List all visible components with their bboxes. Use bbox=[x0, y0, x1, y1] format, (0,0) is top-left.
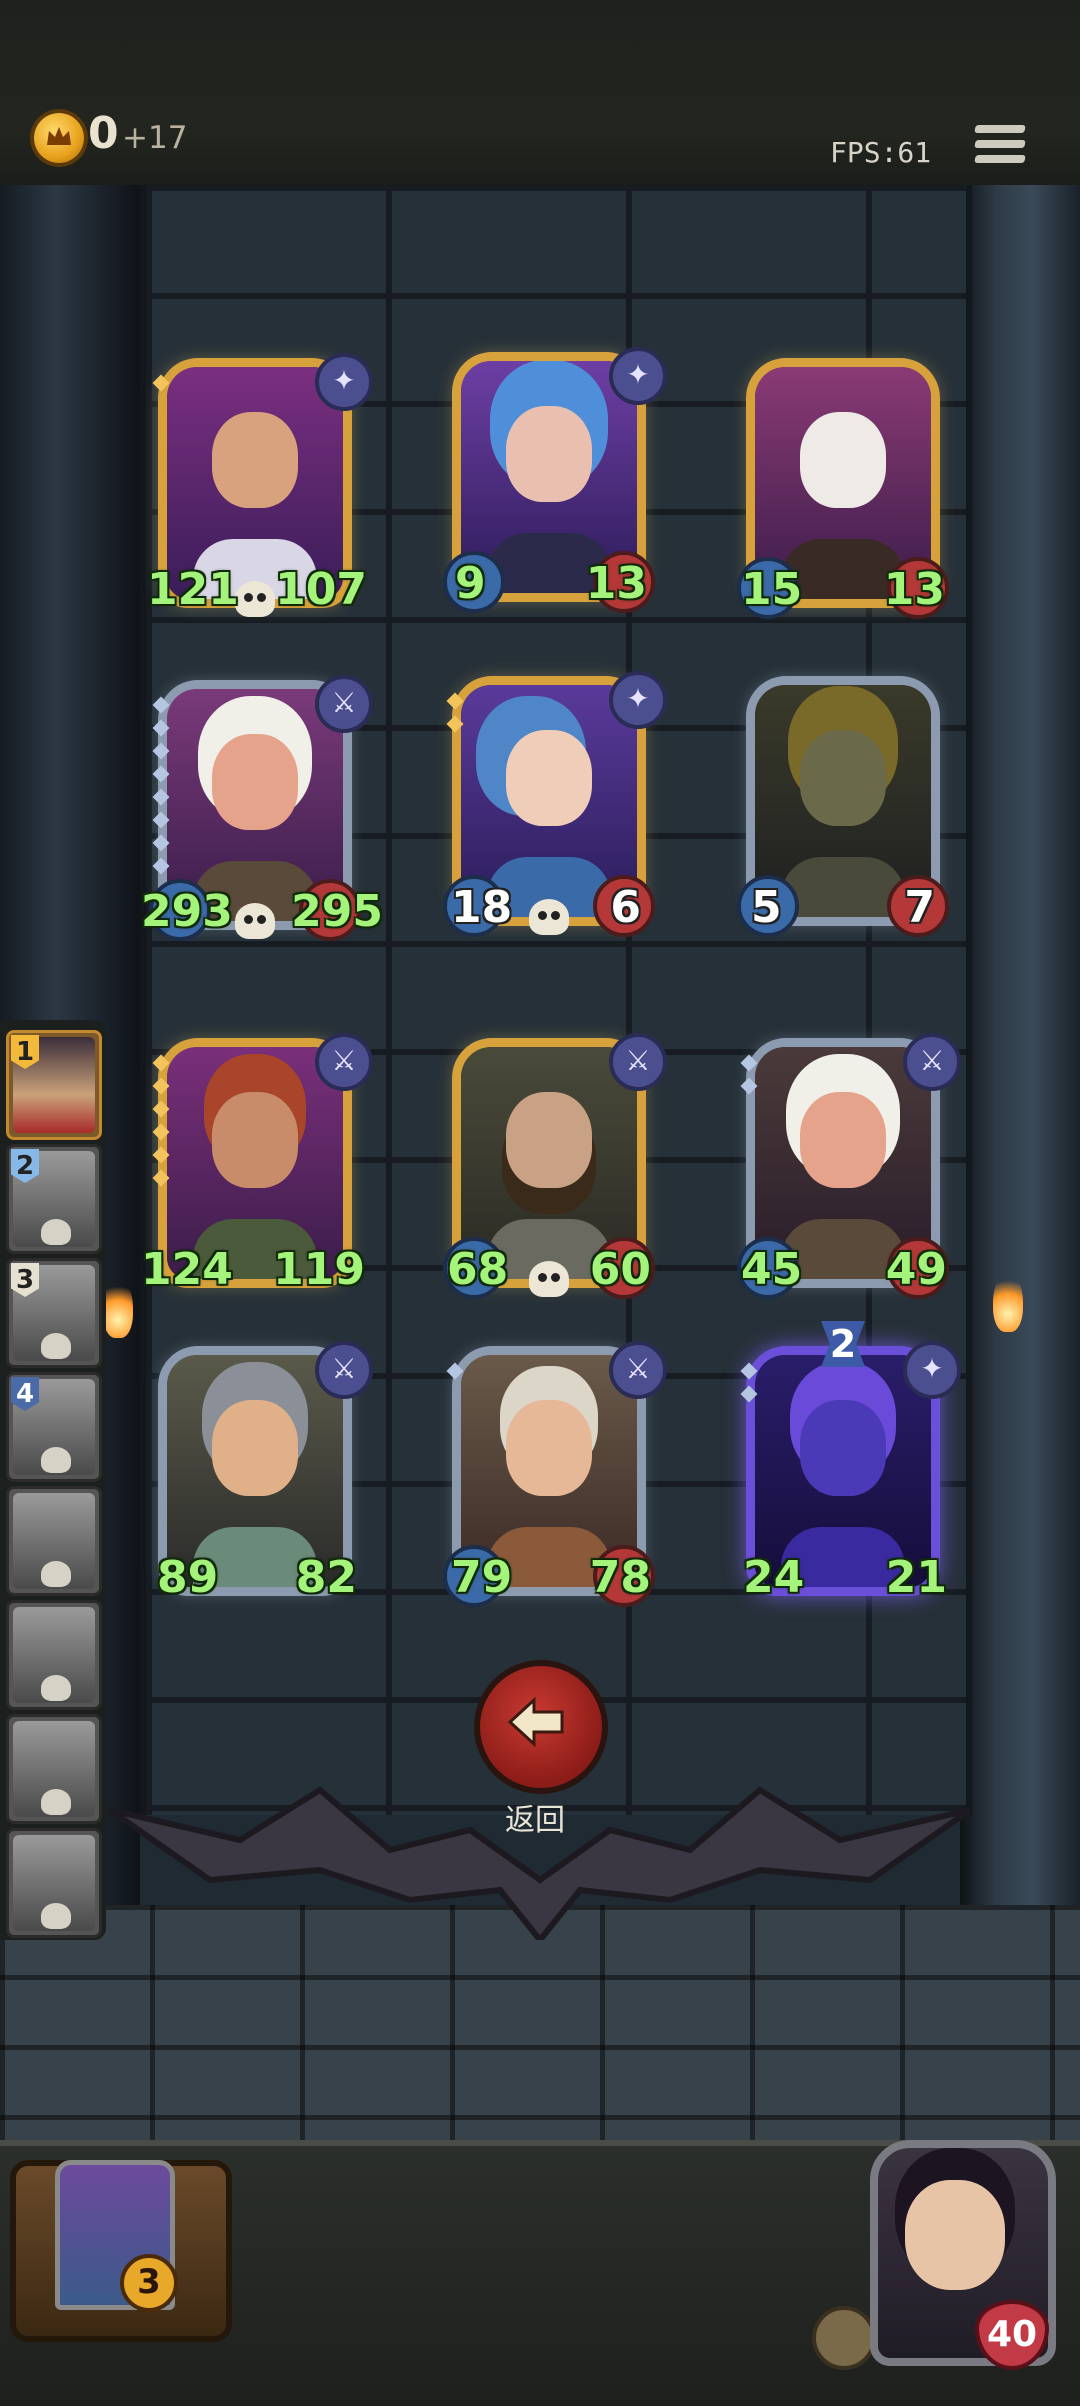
minion-card[interactable]: 15 13 bbox=[737, 358, 949, 619]
opponent-queue: 1 2 3 4 bbox=[0, 1020, 106, 1940]
sword-icon: ⚔ bbox=[609, 1341, 667, 1399]
minion-card[interactable]: ⚔ 293 295 bbox=[141, 675, 383, 941]
card-health: 21 bbox=[885, 1552, 947, 1603]
card-attack: 89 bbox=[157, 1552, 219, 1603]
card-health: 7 bbox=[904, 882, 935, 933]
sword-icon: ⚔ bbox=[315, 1033, 373, 1091]
queue-item[interactable] bbox=[6, 1486, 102, 1596]
star-icon: ✦ bbox=[903, 1341, 961, 1399]
queue-item[interactable] bbox=[6, 1714, 102, 1824]
card-health: 107 bbox=[275, 564, 367, 615]
right-pillar bbox=[960, 185, 1080, 1915]
skull-icon bbox=[41, 1333, 71, 1359]
sword-icon: ⚔ bbox=[609, 1033, 667, 1091]
skull-icon bbox=[41, 1561, 71, 1587]
star-icon: ✦ bbox=[609, 671, 667, 729]
fps-counter: FPS:61 bbox=[830, 136, 932, 169]
torch-flame-icon bbox=[993, 1272, 1023, 1332]
queue-item[interactable]: 4 bbox=[6, 1372, 102, 1482]
minion-card[interactable]: ✦ 18 6 bbox=[443, 671, 667, 937]
minion-card[interactable]: ✦ 121 107 bbox=[147, 353, 373, 617]
card-attack: 68 bbox=[447, 1244, 509, 1295]
gold-coin-icon bbox=[34, 113, 84, 163]
skull-icon bbox=[41, 1447, 71, 1473]
arrow-left-icon bbox=[507, 1696, 564, 1748]
chest-count: 3 bbox=[120, 2254, 178, 2312]
card-health: 295 bbox=[291, 886, 383, 937]
hero-avatar bbox=[905, 2180, 1005, 2290]
card-health: 82 bbox=[295, 1552, 357, 1603]
torch-flame-icon bbox=[103, 1278, 133, 1338]
skull-icon bbox=[529, 899, 569, 935]
card-attack: 45 bbox=[741, 1244, 803, 1295]
skull-icon bbox=[235, 903, 275, 939]
card-attack: 124 bbox=[141, 1244, 233, 1295]
card-attack: 18 bbox=[451, 882, 513, 933]
minion-card[interactable]: ✦ 9 13 bbox=[443, 347, 667, 613]
skull-icon bbox=[41, 1675, 71, 1701]
queue-item[interactable]: 3 bbox=[6, 1258, 102, 1368]
card-attack: 24 bbox=[743, 1552, 805, 1603]
card-health: 60 bbox=[589, 1244, 651, 1295]
sword-icon: ⚔ bbox=[315, 1341, 373, 1399]
card-health: 119 bbox=[273, 1244, 365, 1295]
queue-item[interactable] bbox=[6, 1600, 102, 1710]
skull-icon bbox=[41, 1903, 71, 1929]
gold-income: +17 bbox=[122, 120, 188, 156]
minion-card[interactable]: 2 ✦ 24 21 bbox=[740, 1321, 961, 1603]
sword-icon: ⚔ bbox=[903, 1033, 961, 1091]
back-button[interactable] bbox=[474, 1660, 608, 1794]
menu-icon[interactable] bbox=[974, 125, 1026, 173]
sword-icon: ⚔ bbox=[315, 675, 373, 733]
minion-card[interactable]: ⚔ 124 119 bbox=[141, 1033, 373, 1295]
card-attack: 15 bbox=[741, 564, 803, 615]
card-health: 49 bbox=[885, 1244, 947, 1295]
card-health: 6 bbox=[610, 882, 641, 933]
card-health: 13 bbox=[585, 558, 647, 609]
skull-icon bbox=[529, 1261, 569, 1297]
skull-icon bbox=[41, 1219, 71, 1245]
hero-power-icon[interactable] bbox=[812, 2306, 876, 2370]
card-attack: 5 bbox=[751, 882, 782, 933]
minion-card[interactable]: ⚔ 68 60 bbox=[443, 1033, 667, 1299]
card-attack: 9 bbox=[455, 558, 486, 609]
card-attack: 293 bbox=[141, 886, 233, 937]
star-icon: ✦ bbox=[315, 353, 373, 411]
skull-icon bbox=[235, 581, 275, 617]
card-attack: 79 bbox=[451, 1552, 513, 1603]
card-health: 13 bbox=[883, 564, 945, 615]
star-icon: ✦ bbox=[609, 347, 667, 405]
skull-icon bbox=[41, 1789, 71, 1815]
back-label: 返回 bbox=[505, 1803, 565, 1838]
minion-card[interactable]: ⚔ 45 49 bbox=[737, 1033, 961, 1299]
card-attack: 121 bbox=[147, 564, 239, 615]
queue-item[interactable]: 1 bbox=[6, 1030, 102, 1140]
minion-card[interactable]: ⚔ 89 82 bbox=[157, 1341, 373, 1603]
queue-item[interactable]: 2 bbox=[6, 1144, 102, 1254]
minion-card[interactable]: 5 7 bbox=[737, 676, 949, 937]
card-health: 78 bbox=[589, 1552, 651, 1603]
minion-card[interactable]: ⚔ 79 78 bbox=[443, 1341, 667, 1607]
queue-item[interactable] bbox=[6, 1828, 102, 1938]
gold-amount: 0 bbox=[88, 108, 119, 159]
